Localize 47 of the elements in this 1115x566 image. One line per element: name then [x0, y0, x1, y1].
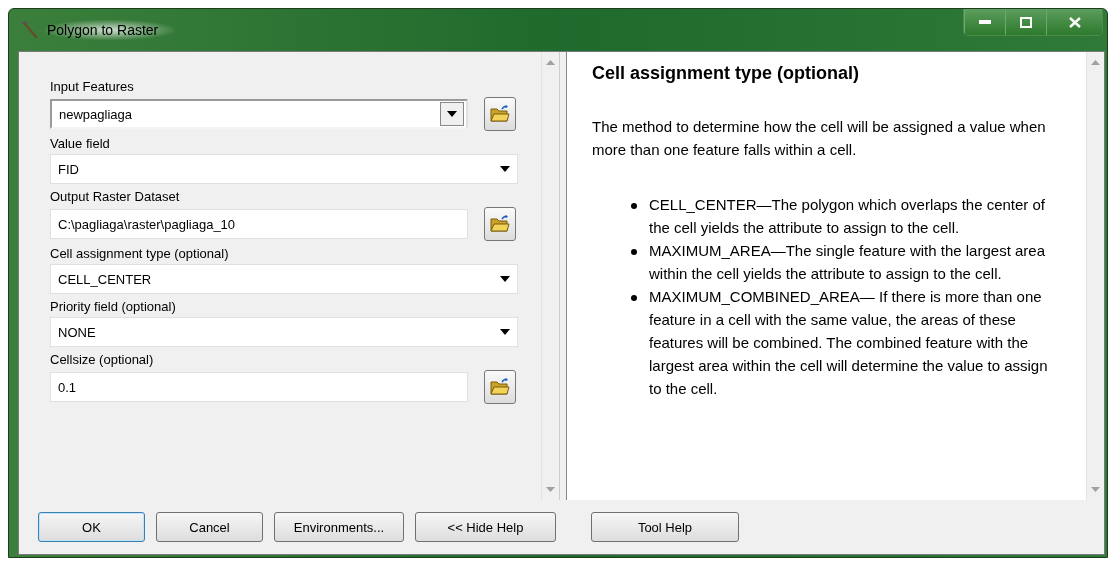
browse-button[interactable] [484, 370, 516, 404]
dropdown-field[interactable]: CELL_CENTER [50, 264, 518, 294]
dropdown-field[interactable]: NONE [50, 317, 518, 347]
open-folder-icon [490, 215, 510, 233]
field-label: Cellsize (optional) [50, 351, 155, 368]
dropdown-arrow-icon [447, 111, 457, 117]
input-field[interactable]: C:\pagliaga\raster\pagliaga_10 [50, 209, 468, 239]
input-combo-box[interactable]: newpagliaga [50, 99, 468, 129]
minimize-icon [979, 20, 991, 24]
minimize-button[interactable] [964, 9, 1005, 35]
dropdown-arrow-icon [500, 329, 510, 335]
maximize-icon [1020, 16, 1032, 28]
help-heading: Cell assignment type (optional) [592, 62, 861, 85]
bullet-icon [631, 295, 637, 301]
field-label: Priority field (optional) [50, 298, 177, 315]
browse-button[interactable] [484, 207, 516, 241]
dialog-button[interactable]: OK [38, 512, 145, 542]
window-title: Polygon to Raster [45, 20, 175, 40]
field-label: Value field [50, 135, 111, 152]
dropdown-arrow-icon [500, 166, 510, 172]
dropdown-field[interactable]: FID [50, 154, 518, 184]
dropdown-arrow-icon [500, 276, 510, 282]
help-bullet: MAXIMUM_COMBINED_AREA— If there is more than one feature in a cell with the same value, the areas of these features will be combined. The combined feature with the largest area within the cell will determine the value to assign to the cell. [649, 287, 1049, 399]
field-label: Input Features [50, 78, 135, 95]
browse-button[interactable] [484, 97, 516, 131]
help-bullet: CELL_CENTER—The polygon which overlaps the center of the cell yields the attribute to assign to the cell. [649, 195, 1047, 238]
open-folder-icon [490, 105, 510, 123]
scroll-down-icon[interactable] [1091, 487, 1100, 492]
dialog-button[interactable]: << Hide Help [415, 512, 556, 542]
scroll-up-icon[interactable] [546, 60, 555, 65]
maximize-button[interactable] [1005, 9, 1046, 35]
close-icon [1068, 16, 1081, 28]
help-bullet: MAXIMUM_AREA—The single feature with the largest area within the cell yields the attribute to assign to the cell. [649, 241, 1046, 284]
tool-help-button[interactable]: Tool Help [591, 512, 739, 542]
field-label: Output Raster Dataset [50, 188, 181, 205]
input-field[interactable]: 0.1 [50, 372, 468, 402]
open-folder-icon [490, 378, 510, 396]
scroll-down-icon[interactable] [546, 487, 555, 492]
close-button[interactable] [1046, 9, 1102, 35]
help-paragraph: The method to determine how the cell will be assigned a value when more than one feature falls within a cell. [592, 117, 1047, 160]
dialog-button[interactable]: Cancel [156, 512, 263, 542]
dialog-button[interactable]: Environments... [274, 512, 404, 542]
field-label: Cell assignment type (optional) [50, 245, 230, 262]
scroll-up-icon[interactable] [1091, 60, 1100, 65]
bullet-icon [631, 203, 637, 209]
bullet-icon [631, 249, 637, 255]
hammer-icon [19, 20, 39, 40]
